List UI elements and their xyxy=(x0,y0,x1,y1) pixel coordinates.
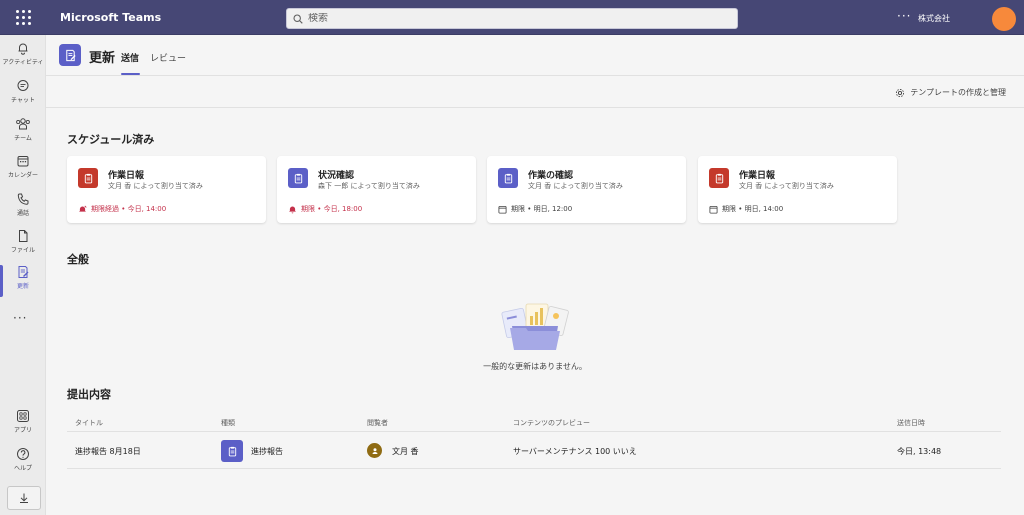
scheduled-card[interactable]: 状況確認 森下 一郎 によって割り当て済み 期限 • 今日, 18:00 xyxy=(277,156,476,223)
tab-sent[interactable]: 送信 xyxy=(121,51,139,64)
overdue-bell-icon xyxy=(79,205,87,212)
rail-item-activity[interactable]: アクティビティ xyxy=(0,41,46,77)
help-icon xyxy=(17,448,29,460)
teams-icon xyxy=(16,118,30,130)
column-header-viewer[interactable]: 閲覧者 xyxy=(367,418,388,428)
title-bar: Microsoft Teams ··· 株式会社 xyxy=(0,0,1024,35)
rail-item-label: チーム xyxy=(14,135,32,142)
rail-item-label: アクティビティ xyxy=(2,59,44,66)
card-title: 作業日報 xyxy=(739,171,776,181)
empty-state-illustration xyxy=(501,303,569,350)
rail-item-files[interactable]: ファイル xyxy=(0,229,46,265)
user-avatar[interactable] xyxy=(992,7,1016,31)
rail-item-label: 通話 xyxy=(16,210,29,217)
row-sent-time: 今日, 13:48 xyxy=(897,447,942,456)
rail-item-teams[interactable]: チーム xyxy=(0,117,46,153)
card-assignee: 森下 一郎 によって割り当て済み xyxy=(318,182,420,190)
app-launcher-button[interactable] xyxy=(0,0,46,35)
chat-icon xyxy=(17,80,29,91)
search-icon xyxy=(293,13,303,24)
empty-state-text: 一般的な更新はありません。 xyxy=(483,362,587,371)
page-title: 更新 xyxy=(89,51,116,66)
tab-review[interactable]: レビュー xyxy=(150,51,186,64)
rail-item-label: 更新 xyxy=(16,283,29,290)
download-icon xyxy=(20,493,28,503)
card-due-text: 期限経過 • 今日, 14:00 xyxy=(91,205,167,213)
calendar-icon xyxy=(17,156,29,167)
row-viewer: 文月 香 xyxy=(392,447,419,456)
scheduled-card[interactable]: 作業の確認 文月 香 によって割り当て済み 期限 • 明日, 12:00 xyxy=(487,156,686,223)
rail-item-calendar[interactable]: カレンダー xyxy=(0,154,46,190)
file-icon xyxy=(19,230,28,242)
card-title: 作業の確認 xyxy=(528,171,574,181)
rail-item-label: ファイル xyxy=(10,247,35,254)
apps-icon xyxy=(17,410,29,422)
search-box[interactable] xyxy=(286,8,738,29)
scheduled-card[interactable]: 作業日報 文月 香 によって割り当て済み 期限経過 • 今日, 14:00 xyxy=(67,156,266,223)
card-due: 期限経過 • 今日, 14:00 xyxy=(78,204,166,214)
search-input[interactable] xyxy=(308,13,708,24)
calendar-icon xyxy=(498,205,507,214)
column-header-type[interactable]: 種類 xyxy=(221,418,235,428)
card-due-text: 期限 • 明日, 14:00 xyxy=(722,205,784,213)
table-row[interactable]: 進捗報告 8月18日 進捗報告 文月 香 サーバーメンテナンス 100 いいえ … xyxy=(67,433,1001,469)
rail-item-chat[interactable]: チャット xyxy=(0,79,46,115)
card-assignee: 文月 香 によって割り当て済み xyxy=(739,182,834,190)
card-due-text: 期限 • 今日, 18:00 xyxy=(301,205,363,213)
app-header: 更新 送信 レビュー xyxy=(46,35,1024,76)
person-icon xyxy=(372,447,377,454)
org-name[interactable]: 株式会社 xyxy=(918,13,950,24)
waffle-icon xyxy=(15,10,31,25)
rail-item-label: チャット xyxy=(11,97,35,104)
report-icon xyxy=(709,168,729,188)
rail-more-button[interactable]: ··· xyxy=(13,311,27,325)
card-assignee: 文月 香 によって割り当て済み xyxy=(108,182,203,190)
gear-icon xyxy=(896,88,905,97)
submissions-section-title: 提出内容 xyxy=(67,388,111,401)
card-due: 期限 • 明日, 12:00 xyxy=(498,204,572,214)
rail-item-label: カレンダー xyxy=(7,172,38,179)
card-due-text: 期限 • 明日, 12:00 xyxy=(511,205,573,213)
more-options-button[interactable]: ··· xyxy=(897,10,911,22)
report-icon xyxy=(78,168,98,188)
scheduled-section-title: スケジュール済み xyxy=(67,133,155,146)
bell-icon xyxy=(18,43,28,55)
rail-item-apps[interactable]: アプリ xyxy=(0,409,46,445)
bell-icon xyxy=(289,205,296,213)
card-due: 期限 • 明日, 14:00 xyxy=(709,204,783,214)
toolbar: テンプレートの作成と管理 xyxy=(46,76,1024,108)
row-type: 進捗報告 xyxy=(251,447,283,456)
rail-item-label: ヘルプ xyxy=(13,465,32,472)
app-title: Microsoft Teams xyxy=(60,11,162,24)
scheduled-card[interactable]: 作業日報 文月 香 によって割り当て済み 期限 • 明日, 14:00 xyxy=(698,156,897,223)
clipboard-icon xyxy=(221,440,243,462)
row-preview: サーバーメンテナンス 100 いいえ xyxy=(513,447,637,456)
calendar-icon xyxy=(709,205,718,214)
card-assignee: 文月 香 によって割り当て済み xyxy=(528,182,623,190)
rail-item-calls[interactable]: 通話 xyxy=(0,192,46,228)
manage-templates-label: テンプレートの作成と管理 xyxy=(910,88,1006,97)
card-title: 作業日報 xyxy=(108,171,145,181)
table-header: タイトル 種類 閲覧者 コンテンツのプレビュー 送信日時 xyxy=(67,412,1001,432)
updates-app-icon xyxy=(59,44,81,66)
viewer-avatar xyxy=(367,443,382,458)
download-button[interactable] xyxy=(7,486,41,510)
card-title: 状況確認 xyxy=(318,171,355,181)
updates-icon xyxy=(18,266,29,278)
general-section-title: 全般 xyxy=(67,253,89,266)
active-tab-indicator xyxy=(121,73,140,75)
rail-item-updates[interactable]: 更新 xyxy=(0,265,46,301)
row-title: 進捗報告 8月18日 xyxy=(75,447,141,456)
manage-templates-button[interactable]: テンプレートの作成と管理 xyxy=(895,87,1006,98)
column-header-sent-time[interactable]: 送信日時 xyxy=(897,418,925,428)
rail-item-help[interactable]: ヘルプ xyxy=(0,447,46,483)
card-due: 期限 • 今日, 18:00 xyxy=(288,204,362,214)
app-rail: アクティビティ チャット チーム カレンダー 通話 ファイル 更新 ··· アプ… xyxy=(0,35,46,515)
phone-icon xyxy=(17,193,29,205)
clipboard-icon xyxy=(498,168,518,188)
column-header-preview[interactable]: コンテンツのプレビュー xyxy=(513,418,590,428)
column-header-title[interactable]: タイトル xyxy=(75,418,103,428)
clipboard-icon xyxy=(288,168,308,188)
rail-item-label: アプリ xyxy=(13,427,32,434)
